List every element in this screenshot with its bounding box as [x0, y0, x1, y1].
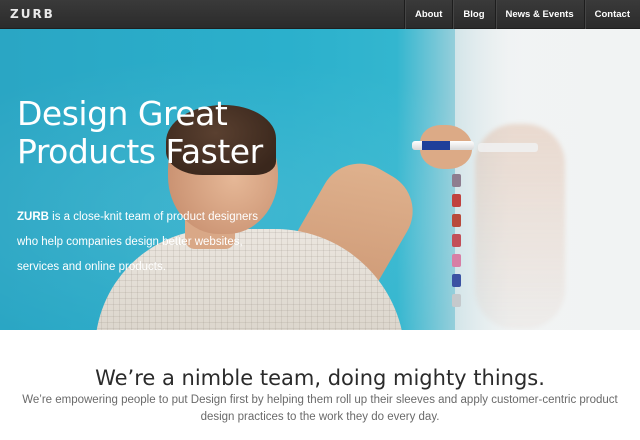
- nav-news-events-link[interactable]: News & Events: [494, 0, 584, 29]
- nav-about-link[interactable]: About: [403, 0, 452, 29]
- marker-cap: [452, 194, 461, 207]
- hero-description: ZURB is a close-knit team of product des…: [17, 205, 282, 280]
- hero-description-text: is a close-knit team of product designer…: [17, 211, 258, 273]
- top-nav-bar: ZURB About Blog News & Events Contact: [0, 0, 640, 29]
- hero-brand-name: ZURB: [17, 211, 49, 223]
- marker-cap: [452, 214, 461, 227]
- nav-blog-link[interactable]: Blog: [452, 0, 494, 29]
- whiteboard-marker: [412, 141, 474, 150]
- hero-title-line1: Design Great: [17, 94, 228, 133]
- marker-cap: [452, 174, 461, 187]
- hero-title-line2: Products Faster: [17, 132, 263, 171]
- main-nav: About Blog News & Events Contact: [403, 0, 640, 29]
- marker-cap: [452, 294, 461, 307]
- marker-reflection: [478, 143, 538, 152]
- person-reflection: [475, 124, 565, 329]
- zurb-logo[interactable]: ZURB: [10, 7, 55, 21]
- marker-cap: [452, 254, 461, 267]
- intro-section: We’re a nimble team, doing mighty things…: [0, 330, 640, 440]
- marker-cap: [452, 274, 461, 287]
- intro-text: We’re empowering people to put Design fi…: [22, 394, 618, 423]
- nav-contact-link[interactable]: Contact: [583, 0, 640, 29]
- hero-banner: Design Great Products Faster ZURB is a c…: [0, 29, 640, 330]
- marker-band: [422, 141, 450, 150]
- marker-cap: [452, 234, 461, 247]
- hero-title: Design Great Products Faster: [17, 95, 337, 171]
- intro-heading: We’re a nimble team, doing mighty things…: [95, 366, 545, 390]
